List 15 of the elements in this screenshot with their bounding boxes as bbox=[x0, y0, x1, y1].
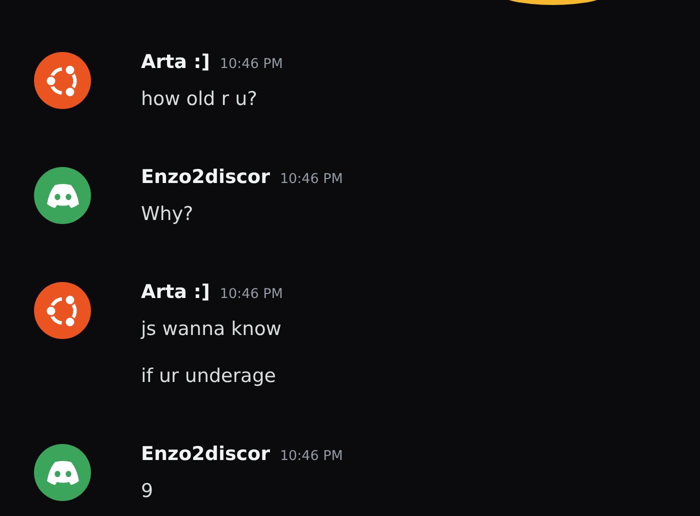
message-text: Why? bbox=[141, 202, 194, 227]
username[interactable]: Enzo2discor bbox=[141, 440, 270, 468]
timestamp: 10:46 PM bbox=[280, 170, 343, 189]
controller-logo-icon bbox=[46, 460, 80, 486]
controller-logo-icon bbox=[46, 182, 80, 208]
message-text: 9 bbox=[141, 479, 154, 504]
username[interactable]: Arta :] bbox=[141, 278, 210, 306]
message-text: js wanna know bbox=[141, 317, 282, 342]
username[interactable]: Enzo2discor bbox=[141, 163, 270, 191]
username[interactable]: Arta :] bbox=[141, 48, 210, 76]
timestamp: 10:46 PM bbox=[220, 285, 283, 304]
timestamp: 10:46 PM bbox=[220, 55, 283, 74]
message-text: how old r u? bbox=[141, 87, 258, 112]
timestamp: 10:46 PM bbox=[280, 447, 343, 466]
message-text: if ur underage bbox=[141, 364, 277, 389]
